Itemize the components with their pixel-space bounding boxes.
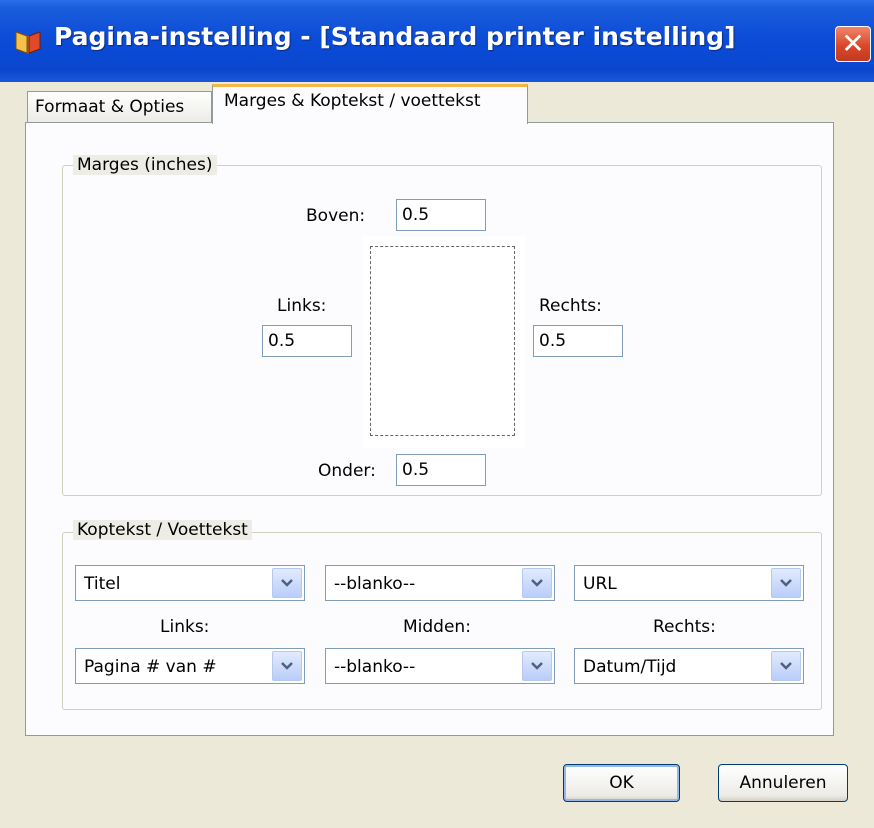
left-margin-input[interactable]: 0.5 xyxy=(262,325,352,357)
header-left-value: Titel xyxy=(84,574,121,594)
ok-button[interactable]: OK xyxy=(563,764,680,802)
top-margin-label: Boven: xyxy=(306,206,366,226)
right-margin-label: Rechts: xyxy=(539,296,602,316)
close-button[interactable]: ✕ xyxy=(835,26,871,62)
margins-legend: Marges (inches) xyxy=(73,155,217,175)
footer-center-select[interactable]: --blanko-- xyxy=(325,648,555,684)
chevron-down-icon[interactable] xyxy=(522,568,552,598)
header-right-value: URL xyxy=(583,574,617,594)
window-title: Pagina-instelling - [Standaard printer i… xyxy=(54,22,736,51)
book-icon xyxy=(15,31,41,54)
bottom-margin-input[interactable]: 0.5 xyxy=(396,454,486,486)
title-bar[interactable]: Pagina-instelling - [Standaard printer i… xyxy=(0,0,874,82)
bottom-margin-label: Onder: xyxy=(318,461,376,481)
chevron-down-icon[interactable] xyxy=(771,651,801,681)
page-margin-outline xyxy=(370,246,515,436)
column-label-center: Midden: xyxy=(403,617,471,637)
footer-center-value: --blanko-- xyxy=(334,657,416,677)
header-center-value: --blanko-- xyxy=(334,574,416,594)
column-label-left: Links: xyxy=(160,617,210,637)
column-label-right: Rechts: xyxy=(653,617,716,637)
footer-right-value: Datum/Tijd xyxy=(583,657,677,677)
tab-format-options[interactable]: Formaat & Opties xyxy=(27,91,212,122)
chevron-down-icon[interactable] xyxy=(272,568,302,598)
chevron-down-icon[interactable] xyxy=(771,568,801,598)
header-left-select[interactable]: Titel xyxy=(75,565,305,601)
header-center-select[interactable]: --blanko-- xyxy=(325,565,555,601)
tab-margins-header-footer[interactable]: Marges & Koptekst / voettekst xyxy=(212,84,528,124)
footer-left-value: Pagina # van # xyxy=(84,657,217,677)
right-margin-input[interactable]: 0.5 xyxy=(533,325,623,357)
chevron-down-icon[interactable] xyxy=(272,651,302,681)
header-right-select[interactable]: URL xyxy=(574,565,804,601)
close-icon: ✕ xyxy=(841,27,865,60)
header-footer-legend: Koptekst / Voettekst xyxy=(73,520,252,540)
left-margin-label: Links: xyxy=(277,296,327,316)
footer-left-select[interactable]: Pagina # van # xyxy=(75,648,305,684)
chevron-down-icon[interactable] xyxy=(522,651,552,681)
top-margin-input[interactable]: 0.5 xyxy=(396,199,486,231)
cancel-button[interactable]: Annuleren xyxy=(718,764,848,802)
footer-right-select[interactable]: Datum/Tijd xyxy=(574,648,804,684)
